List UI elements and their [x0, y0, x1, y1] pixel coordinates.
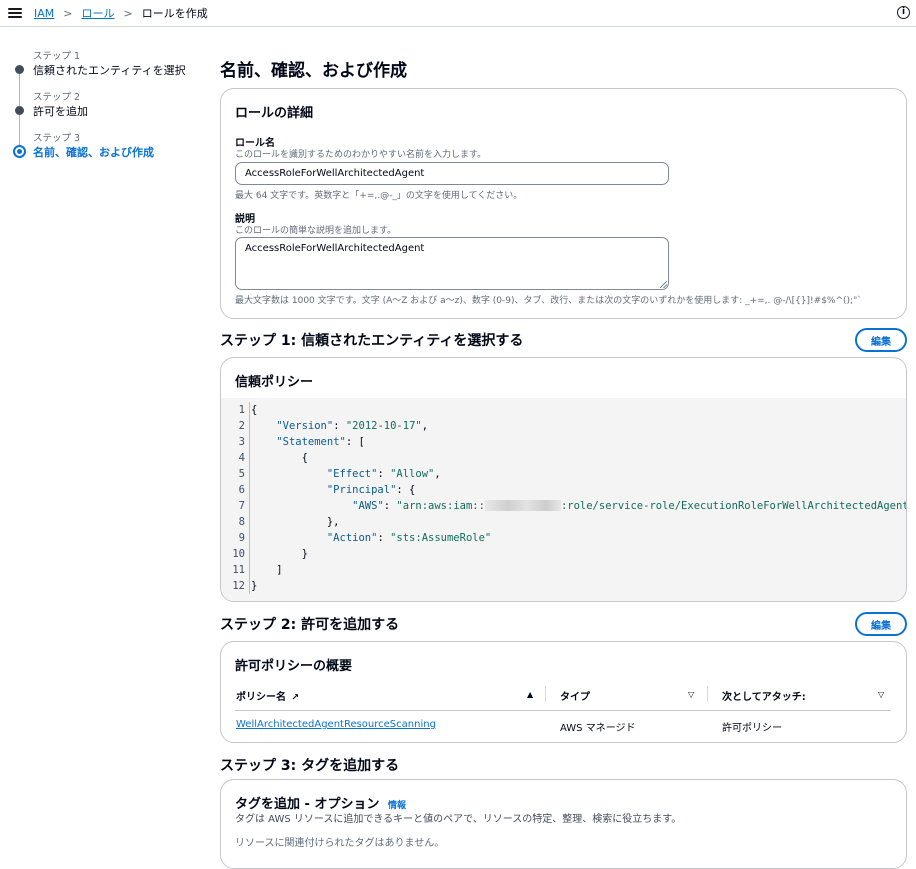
step1-edit-button[interactable]: 編集 [855, 328, 907, 352]
info-circle-icon[interactable]: i [897, 6, 910, 19]
page-title: 名前、確認、および作成 [220, 61, 407, 81]
wizard-step-title[interactable]: 許可を追加 [33, 103, 88, 119]
trust-policy-card: 信頼ポリシー 1 2 3 4 5 6 7 8 9 10 11 12 { "Ver… [220, 357, 907, 602]
hamburger-menu-icon[interactable] [8, 6, 22, 20]
code-line: "AWS": "arn:aws:iam:::role/service-role/… [352, 499, 907, 512]
sort-descending-icon[interactable]: ▽ [688, 690, 694, 699]
breadcrumb-link-iam[interactable]: IAM [34, 7, 54, 20]
code-line: } [251, 580, 258, 592]
card-header: 信頼ポリシー [235, 375, 314, 390]
sort-ascending-icon[interactable]: ▲ [527, 690, 533, 699]
step1-section-title: ステップ 1: 信頼されたエンティティを選択する [220, 333, 524, 349]
tags-card: タグを追加 - オプション 情報 タグは AWS リソースに追加できるキーと値の… [220, 779, 907, 869]
code-lines: { "Version": "2012-10-17", "Statement": … [251, 402, 907, 594]
policy-attached-as-cell: 許可ポリシー [722, 723, 782, 734]
description-textarea-wrapper: AccessRoleForWellArchitectedAgent [235, 237, 669, 290]
breadcrumb-current: ロールを作成 [141, 7, 208, 20]
column-divider [545, 686, 546, 702]
code-line: ] [276, 564, 283, 576]
chevron-right-icon: > [123, 6, 133, 20]
column-divider [707, 686, 708, 702]
step-status-dot [15, 65, 24, 74]
tags-description: タグは AWS リソースに追加できるキーと値のペアで、リソースの特定、整理、検索… [235, 814, 682, 825]
code-line: "Effect": "Allow", [326, 468, 441, 480]
role-name-description: このロールを識別するためのわかりやすい名前を入力します。 [235, 150, 487, 160]
column-header-type[interactable]: タイプ [560, 688, 590, 703]
wizard-step-number: ステップ 1 [33, 51, 81, 62]
code-line: "Action": "sts:AssumeRole" [326, 532, 492, 544]
external-link-icon: ↗ [291, 693, 300, 703]
wizard-step-number: ステップ 3 [33, 133, 81, 144]
policy-type-cell: AWS マネージド [560, 723, 636, 734]
step-status-dot [15, 106, 24, 115]
top-navigation-bar: IAM > ロール > ロールを作成 i [0, 0, 916, 27]
wizard-step-number: ステップ 2 [33, 92, 81, 103]
breadcrumb: IAM > ロール > ロールを作成 [34, 5, 208, 21]
chevron-right-icon: > [63, 6, 73, 20]
permissions-summary-card: 許可ポリシーの概要 ポリシー名 ↗ ▲ タイプ ▽ 次としてアタッチ: ▽ We… [220, 641, 907, 743]
policy-name-link[interactable]: WellArchitectedAgentResourceScanning [236, 719, 436, 730]
role-name-input[interactable] [235, 162, 669, 185]
column-header-attached-as[interactable]: 次としてアタッチ: [722, 688, 806, 703]
step2-section-title: ステップ 2: 許可を追加する [220, 617, 400, 633]
card-header: 許可ポリシーの概要 [235, 659, 353, 674]
code-line: { [251, 404, 258, 416]
line-number-gutter: 1 2 3 4 5 6 7 8 9 10 11 12 [232, 404, 245, 592]
code-line: { [301, 452, 308, 464]
step3-section-title: ステップ 3: タグを追加する [220, 758, 400, 774]
tags-empty-state: リソースに関連付けられたタグはありません。 [235, 838, 445, 849]
table-header-rule [235, 710, 891, 711]
resize-handle-icon[interactable] [660, 281, 667, 288]
wizard-step-title: 名前、確認、および作成 [33, 146, 154, 159]
code-line: "Version": "2012-10-17", [276, 420, 429, 432]
sort-descending-icon[interactable]: ▽ [878, 690, 884, 699]
code-line: }, [326, 516, 340, 528]
step-active-indicator [13, 145, 26, 158]
role-details-card: ロールの詳細 ロール名 このロールを識別するためのわかりやすい名前を入力します。… [220, 88, 907, 319]
breadcrumb-link-roles[interactable]: ロール [81, 5, 114, 21]
description-textarea[interactable]: AccessRoleForWellArchitectedAgent [235, 237, 669, 290]
redacted-account-id [484, 499, 561, 511]
column-header-policy-name[interactable]: ポリシー名 ↗ [236, 688, 299, 703]
code-line: } [301, 548, 308, 560]
role-name-constraint: 最大 64 文字です。英数字と「+=,.@-_」の文字を使用してください。 [235, 191, 523, 201]
card-header: ロールの詳細 [235, 106, 314, 121]
step2-edit-button[interactable]: 編集 [855, 612, 907, 636]
wizard-step-title[interactable]: 信頼されたエンティティを選択 [33, 62, 186, 78]
trust-policy-code-block: 1 2 3 4 5 6 7 8 9 10 11 12 { "Version": … [221, 398, 907, 601]
code-line: "Statement": [ [276, 436, 365, 448]
code-line: "Principal": { [326, 484, 416, 496]
description-hint: このロールの簡単な説明を追加します。 [235, 226, 397, 236]
description-constraint: 最大文字数は 1000 文字です。文字 (A〜Z および a〜z)、数字 (0-… [235, 296, 862, 306]
gutter-divider [249, 402, 250, 594]
